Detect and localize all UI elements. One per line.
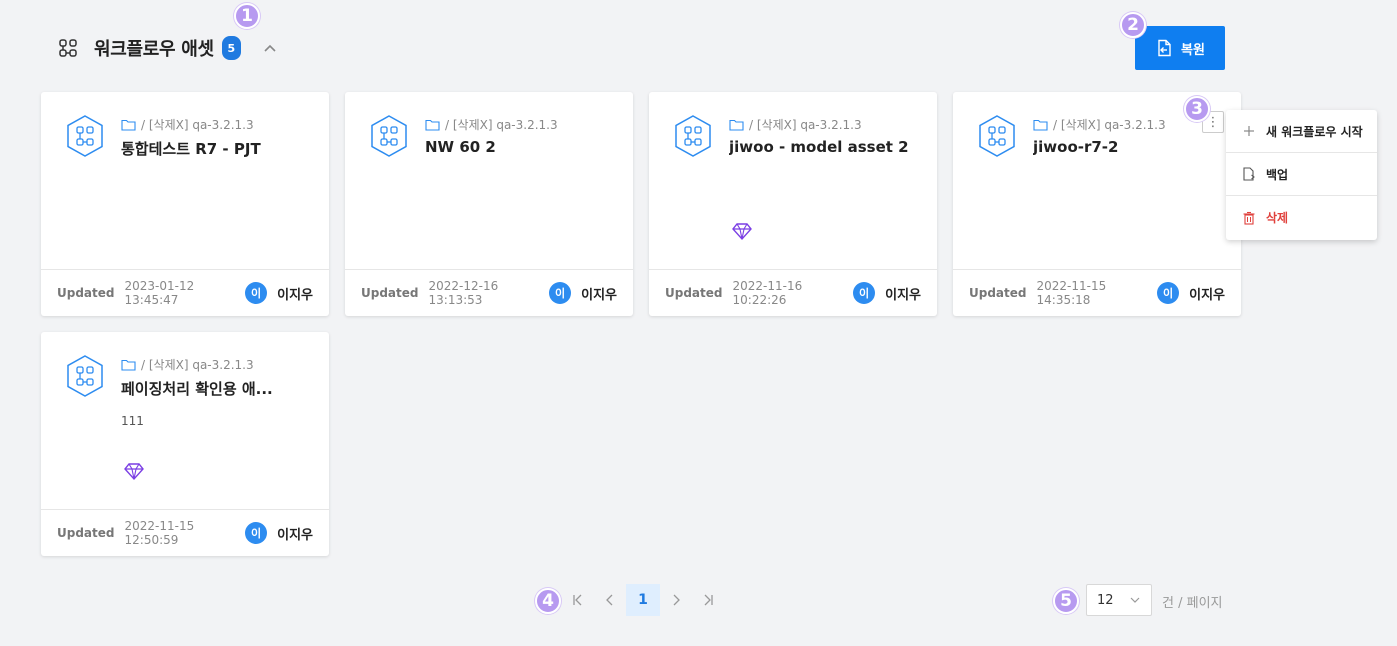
- workflow-asset-icon: [979, 115, 1015, 157]
- diamond-icon: [732, 223, 752, 241]
- context-menu: 새 워크플로우 시작 백업 삭제: [1226, 110, 1377, 240]
- updated-label: Updated: [665, 286, 723, 300]
- updated-label: Updated: [57, 526, 115, 540]
- asset-path-text: / [삭제X] qa-3.2.1.3: [445, 118, 558, 132]
- annotation-marker-5: 5: [1053, 588, 1079, 614]
- trash-icon: [1243, 211, 1255, 225]
- chevron-first-icon: [573, 594, 582, 606]
- chevron-left-icon: [606, 594, 613, 606]
- annotation-marker-2: 2: [1120, 12, 1146, 38]
- folder-icon: [425, 119, 440, 131]
- last-page-button[interactable]: [692, 584, 724, 616]
- avatar: 이: [549, 282, 572, 304]
- asset-description: 111: [121, 414, 144, 428]
- asset-card[interactable]: / [삭제X] qa-3.2.1.3 jiwoo - model asset 2…: [649, 92, 937, 316]
- asset-name[interactable]: 페이징처리 확인용 애...: [121, 378, 273, 399]
- user-name: 이지우: [277, 527, 313, 543]
- card-footer: Updated 2022-11-15 14:35:18 이 이지우: [953, 269, 1241, 316]
- asset-path-text: / [삭제X] qa-3.2.1.3: [1053, 118, 1166, 132]
- updated-label: Updated: [57, 286, 115, 300]
- workflow-asset-icon: [67, 115, 103, 157]
- user-name: 이지우: [277, 287, 313, 303]
- collapse-button[interactable]: [261, 39, 279, 57]
- folder-icon: [729, 119, 744, 131]
- prev-page-button[interactable]: [594, 584, 626, 616]
- asset-path-text: / [삭제X] qa-3.2.1.3: [141, 358, 254, 372]
- asset-path: / [삭제X] qa-3.2.1.3: [425, 116, 558, 133]
- menu-item-delete[interactable]: 삭제: [1226, 196, 1377, 239]
- avatar: 이: [245, 282, 268, 304]
- asset-card[interactable]: / [삭제X] qa-3.2.1.3 통합테스트 R7 - PJT Update…: [41, 92, 329, 316]
- asset-name[interactable]: NW 60 2: [425, 138, 496, 156]
- annotation-marker-3: 3: [1184, 96, 1210, 122]
- page-size-select[interactable]: 12: [1086, 584, 1152, 616]
- next-page-button[interactable]: [660, 584, 692, 616]
- menu-item-backup[interactable]: 백업: [1226, 153, 1377, 196]
- chevron-right-icon: [673, 594, 680, 606]
- user-name: 이지우: [581, 287, 617, 303]
- menu-item-label: 백업: [1266, 167, 1289, 182]
- user-name: 이지우: [885, 287, 921, 303]
- card-footer: Updated 2023-01-12 13:45:47 이 이지우: [41, 269, 329, 316]
- asset-path: / [삭제X] qa-3.2.1.3: [121, 356, 254, 373]
- folder-icon: [121, 359, 136, 371]
- menu-item-label: 삭제: [1266, 211, 1289, 225]
- menu-item-label: 새 워크플로우 시작: [1266, 124, 1363, 139]
- asset-path: / [삭제X] qa-3.2.1.3: [1033, 116, 1166, 133]
- updated-date: 2022-11-16 10:22:26: [732, 279, 803, 307]
- page-button-current[interactable]: 1: [626, 584, 660, 616]
- updated-label: Updated: [969, 286, 1027, 300]
- card-footer: Updated 2022-11-15 12:50:59 이 이지우: [41, 509, 329, 556]
- asset-name[interactable]: 통합테스트 R7 - PJT: [121, 138, 261, 159]
- diamond-icon: [124, 463, 144, 481]
- pagination: 1: [562, 584, 724, 616]
- asset-name[interactable]: jiwoo-r7-2: [1033, 138, 1118, 156]
- avatar: 이: [853, 282, 876, 304]
- file-export-icon: [1243, 167, 1255, 181]
- user-name: 이지우: [1189, 287, 1225, 303]
- workflow-asset-icon: [371, 115, 407, 157]
- updated-date: 2022-12-16 13:13:53: [428, 279, 499, 307]
- file-import-icon: [1158, 39, 1171, 57]
- first-page-button[interactable]: [562, 584, 594, 616]
- menu-item-new-workflow[interactable]: 새 워크플로우 시작: [1226, 110, 1377, 153]
- updated-label: Updated: [361, 286, 419, 300]
- asset-path-text: / [삭제X] qa-3.2.1.3: [141, 118, 254, 132]
- folder-icon: [1033, 119, 1048, 131]
- asset-path: / [삭제X] qa-3.2.1.3: [121, 116, 254, 133]
- updated-date: 2022-11-15 12:50:59: [124, 519, 195, 547]
- chevron-down-icon: [1130, 597, 1140, 603]
- chevron-last-icon: [704, 594, 713, 606]
- avatar: 이: [245, 522, 268, 544]
- section-header: 워크플로우 애셋 5: [58, 34, 279, 62]
- annotation-marker-1: 1: [234, 3, 260, 29]
- updated-date: 2023-01-12 13:45:47: [124, 279, 195, 307]
- chevron-up-icon: [264, 44, 276, 52]
- workflow-asset-icon: [675, 115, 711, 157]
- plus-icon: [1244, 126, 1254, 136]
- workflow-asset-icon: [67, 355, 103, 397]
- asset-name[interactable]: jiwoo - model asset 2: [729, 138, 909, 156]
- page-size-label: 건 / 페이지: [1162, 596, 1223, 611]
- asset-card[interactable]: / [삭제X] qa-3.2.1.3 페이징처리 확인용 애... 111 Up…: [41, 332, 329, 556]
- asset-card[interactable]: / [삭제X] qa-3.2.1.3 jiwoo-r7-2 Updated 20…: [953, 92, 1241, 316]
- annotation-marker-4: 4: [535, 588, 561, 614]
- card-footer: Updated 2022-12-16 13:13:53 이 이지우: [345, 269, 633, 316]
- card-footer: Updated 2022-11-16 10:22:26 이 이지우: [649, 269, 937, 316]
- restore-button[interactable]: 복원: [1135, 26, 1225, 70]
- avatar: 이: [1157, 282, 1180, 304]
- page-title: 워크플로우 애셋: [94, 39, 214, 60]
- updated-date: 2022-11-15 14:35:18: [1036, 279, 1107, 307]
- asset-card[interactable]: / [삭제X] qa-3.2.1.3 NW 60 2 Updated 2022-…: [345, 92, 633, 316]
- folder-icon: [121, 119, 136, 131]
- workflow-icon: [59, 39, 77, 57]
- restore-button-label: 복원: [1181, 42, 1205, 58]
- asset-path: / [삭제X] qa-3.2.1.3: [729, 116, 862, 133]
- count-badge: 5: [221, 36, 241, 60]
- asset-path-text: / [삭제X] qa-3.2.1.3: [749, 118, 862, 132]
- page-size-value: 12: [1097, 592, 1114, 608]
